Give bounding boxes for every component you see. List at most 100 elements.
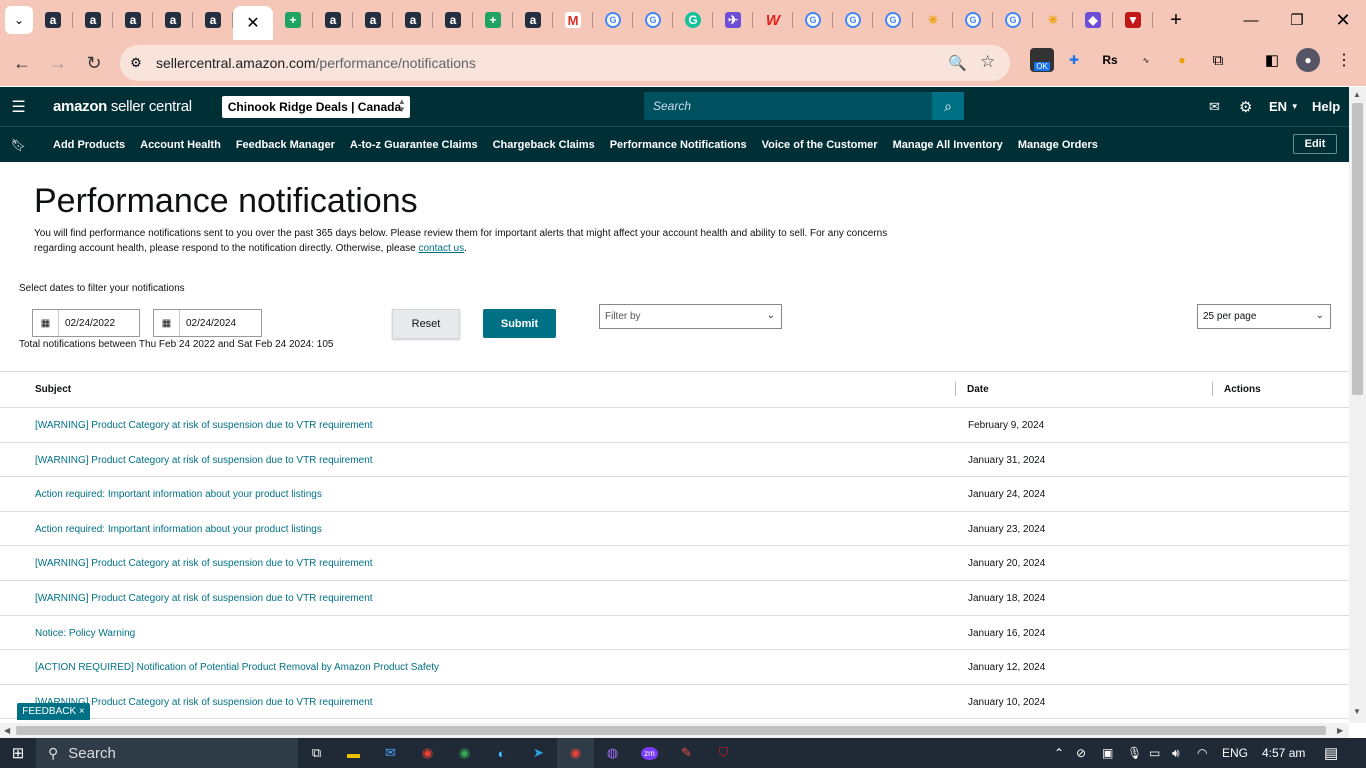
battery-icon[interactable]: ▭ bbox=[1149, 738, 1160, 768]
volume-icon[interactable]: 🔊︎ bbox=[1172, 738, 1180, 768]
bookmark-a-to-z-claims[interactable]: A-to-z Guarantee Claims bbox=[350, 139, 478, 151]
extension-icon[interactable]: ∿ bbox=[1134, 48, 1158, 72]
browser-tab[interactable]: G bbox=[793, 0, 833, 40]
restore-icon[interactable]: ❐ bbox=[1274, 0, 1320, 40]
browser-tab[interactable]: a bbox=[193, 0, 233, 40]
horizontal-scroll-thumb[interactable] bbox=[16, 726, 1326, 735]
close-tab-icon[interactable]: ✕ bbox=[246, 13, 259, 33]
submit-button[interactable]: Submit bbox=[483, 309, 556, 338]
browser-tab[interactable]: M bbox=[553, 0, 593, 40]
browser-tab[interactable]: G bbox=[633, 0, 673, 40]
clock[interactable]: 4:57 am bbox=[1262, 738, 1305, 768]
messenger-icon[interactable]: ◍ bbox=[594, 738, 631, 768]
browser-tab[interactable]: a bbox=[153, 0, 193, 40]
browser-tab[interactable]: a bbox=[33, 0, 73, 40]
extension-icon[interactable]: ● bbox=[1170, 48, 1194, 72]
wifi-icon[interactable]: ◠ bbox=[1197, 738, 1207, 768]
more-menu-icon[interactable]: ⋮ bbox=[1332, 48, 1356, 72]
telegram-icon[interactable]: ➤ bbox=[520, 738, 557, 768]
browser-tab[interactable]: G bbox=[993, 0, 1033, 40]
task-view-icon[interactable]: ⧉ bbox=[298, 738, 335, 768]
browser-tab[interactable]: ◆ bbox=[1073, 0, 1113, 40]
browser-tab[interactable]: + bbox=[273, 0, 313, 40]
mail-icon[interactable]: ✉ bbox=[1209, 87, 1220, 126]
bookmark-account-health[interactable]: Account Health bbox=[140, 139, 221, 151]
show-hidden-icons-icon[interactable]: ⌃ bbox=[1054, 738, 1064, 768]
mcafee-icon[interactable]: ⛉ bbox=[705, 738, 742, 768]
start-date-input[interactable]: ▦ 02/24/2022 bbox=[32, 309, 140, 337]
browser-tab[interactable]: a bbox=[313, 0, 353, 40]
close-window-icon[interactable]: ✕ bbox=[1320, 0, 1366, 40]
notification-subject-link[interactable]: Action required: Important information a… bbox=[35, 524, 322, 535]
notification-subject-link[interactable]: [WARNING] Product Category at risk of su… bbox=[35, 558, 373, 569]
notification-subject-link[interactable]: Notice: Policy Warning bbox=[35, 628, 135, 639]
browser-tab-active[interactable]: ✕ bbox=[233, 6, 273, 40]
minimize-icon[interactable]: — bbox=[1228, 0, 1274, 40]
browser-tab[interactable]: a bbox=[393, 0, 433, 40]
browser-tab[interactable]: a bbox=[353, 0, 393, 40]
taskbar-search[interactable]: ⚲ Search bbox=[36, 738, 298, 768]
chrome-icon[interactable]: ◉ bbox=[409, 738, 446, 768]
browser-tab[interactable]: G bbox=[673, 0, 713, 40]
end-date-input[interactable]: ▦ 02/24/2024 bbox=[153, 309, 262, 337]
network-off-icon[interactable]: ⊘ bbox=[1076, 738, 1086, 768]
chrome-profile-icon[interactable]: ◉ bbox=[446, 738, 483, 768]
browser-tab[interactable]: G bbox=[833, 0, 873, 40]
calendar-icon[interactable]: ▦ bbox=[33, 310, 59, 336]
extension-icon[interactable]: Rs bbox=[1098, 48, 1122, 72]
vertical-scrollbar[interactable]: ▲ ▼ bbox=[1349, 87, 1366, 723]
browser-tab[interactable]: + bbox=[473, 0, 513, 40]
side-panel-icon[interactable]: ◧ bbox=[1260, 48, 1284, 72]
seller-central-logo[interactable]: amazon seller central bbox=[53, 98, 192, 115]
contact-us-link[interactable]: contact us bbox=[419, 243, 465, 254]
back-arrow-icon[interactable]: ← bbox=[4, 45, 40, 81]
bookmark-chargeback-claims[interactable]: Chargeback Claims bbox=[493, 139, 595, 151]
url-text[interactable]: sellercentral.amazon.com/performance/not… bbox=[156, 55, 476, 71]
bookmark-star-icon[interactable]: ☆ bbox=[980, 52, 995, 72]
browser-tab[interactable]: G bbox=[873, 0, 913, 40]
reload-icon[interactable]: ↻ bbox=[76, 45, 112, 81]
notifications-icon[interactable]: ▤ bbox=[1324, 738, 1338, 768]
bookmark-icon[interactable]: 🔖︎ bbox=[0, 138, 37, 152]
filter-by-select[interactable]: Filter by ⌄ bbox=[599, 304, 782, 329]
zoom-icon[interactable]: 🔍 bbox=[948, 54, 967, 72]
language-indicator[interactable]: ENG bbox=[1222, 738, 1248, 768]
chrome-active-icon[interactable]: ◉ bbox=[557, 738, 594, 768]
browser-tab[interactable]: a bbox=[513, 0, 553, 40]
app-icon[interactable]: ✎ bbox=[668, 738, 705, 768]
hamburger-menu-icon[interactable]: ☰ bbox=[0, 97, 37, 117]
browser-tab[interactable]: G bbox=[953, 0, 993, 40]
meet-now-icon[interactable]: ▣ bbox=[1102, 738, 1113, 768]
scroll-down-icon[interactable]: ▼ bbox=[1353, 707, 1361, 716]
bookmark-voice-of-customer[interactable]: Voice of the Customer bbox=[762, 139, 878, 151]
notification-subject-link[interactable]: [ACTION REQUIRED] Notification of Potent… bbox=[35, 662, 439, 673]
file-explorer-icon[interactable]: ▬ bbox=[335, 738, 372, 768]
notification-subject-link[interactable]: [WARNING] Product Category at risk of su… bbox=[35, 593, 373, 604]
notification-subject-link[interactable]: [WARNING] Product Category at risk of su… bbox=[35, 455, 373, 466]
scroll-up-icon[interactable]: ▲ bbox=[1353, 90, 1361, 99]
extension-icon[interactable]: ✚ bbox=[1062, 48, 1086, 72]
calendar-icon[interactable]: ▦ bbox=[154, 310, 180, 336]
mail-app-icon[interactable]: ✉ bbox=[372, 738, 409, 768]
vertical-scroll-thumb[interactable] bbox=[1352, 103, 1363, 395]
feedback-button[interactable]: FEEDBACK × bbox=[17, 703, 90, 720]
column-header-date[interactable]: Date bbox=[967, 384, 989, 395]
address-bar[interactable]: ⚙ sellercentral.amazon.com/performance/n… bbox=[120, 45, 1010, 81]
puzzle-extensions-icon[interactable]: ⧉ bbox=[1206, 48, 1230, 72]
profile-avatar[interactable]: ● bbox=[1296, 48, 1320, 72]
browser-tab[interactable]: a bbox=[113, 0, 153, 40]
notification-subject-link[interactable]: [WARNING] Product Category at risk of su… bbox=[35, 420, 373, 431]
scroll-left-icon[interactable]: ◀ bbox=[4, 726, 10, 735]
browser-tab[interactable]: a bbox=[433, 0, 473, 40]
browser-tab[interactable]: ✈ bbox=[713, 0, 753, 40]
search-button[interactable]: ⌕ bbox=[932, 92, 964, 120]
bookmark-manage-inventory[interactable]: Manage All Inventory bbox=[893, 139, 1003, 151]
browser-tab[interactable]: a bbox=[73, 0, 113, 40]
forward-arrow-icon[interactable]: → bbox=[40, 45, 76, 81]
bookmark-feedback-manager[interactable]: Feedback Manager bbox=[236, 139, 335, 151]
help-link[interactable]: Help bbox=[1312, 87, 1340, 126]
reset-button[interactable]: Reset bbox=[392, 309, 460, 339]
browser-tab[interactable]: G bbox=[593, 0, 633, 40]
edit-bookmarks-button[interactable]: Edit bbox=[1293, 134, 1337, 154]
browser-tab[interactable]: ✳ bbox=[913, 0, 953, 40]
